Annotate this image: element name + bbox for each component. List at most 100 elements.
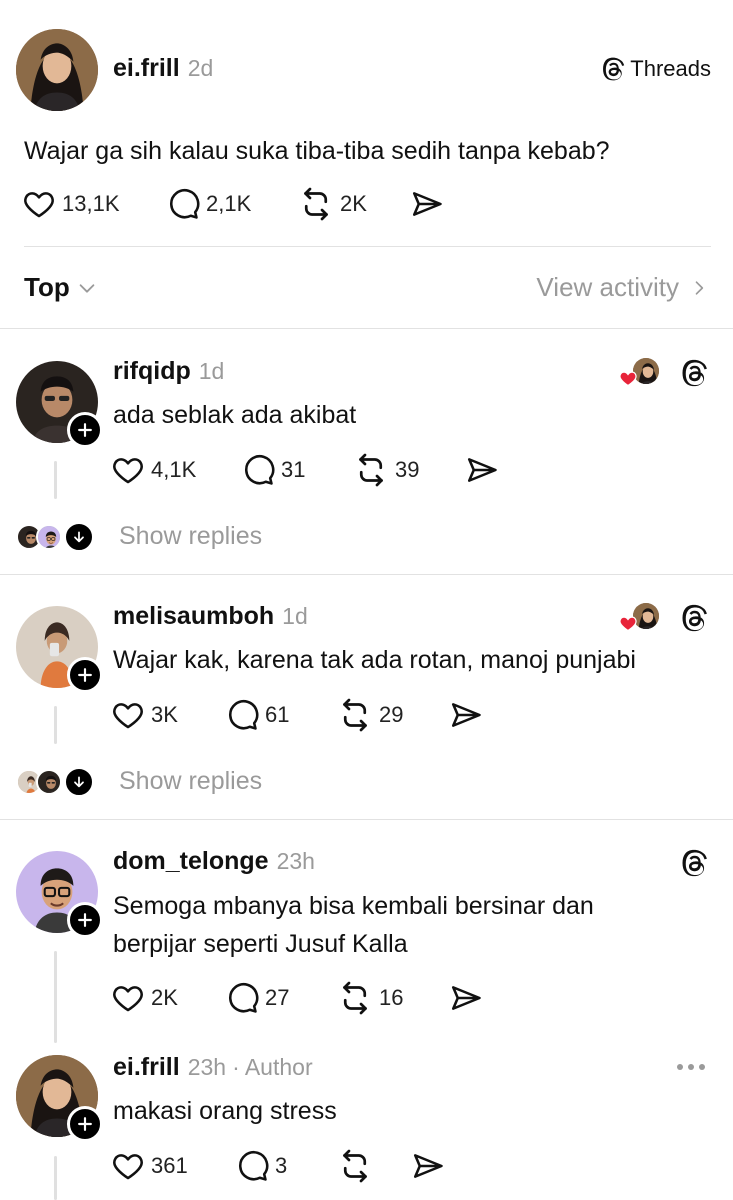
timestamp: 1d: [198, 358, 225, 384]
chevron-right-icon: [695, 280, 704, 295]
repost-button[interactable]: [337, 1148, 411, 1184]
like-count: 2K: [151, 985, 178, 1010]
plus-icon: [75, 420, 95, 440]
username[interactable]: rifqidp: [113, 357, 191, 386]
avatar: [36, 769, 62, 795]
timestamp: 2d: [187, 55, 214, 81]
avatar: [36, 524, 62, 550]
post-header: ei.frill 2d: [113, 54, 213, 83]
heart-icon: [111, 1149, 145, 1183]
repost-icon: [353, 452, 389, 488]
repost-button[interactable]: 16: [337, 980, 449, 1016]
like-button[interactable]: 4,1K: [111, 453, 241, 487]
follow-button[interactable]: [67, 902, 103, 938]
reply-text: ada seblak ada akibat: [113, 401, 357, 429]
reply-actions: 2K 27 16: [111, 980, 489, 1016]
timestamp: 23h: [187, 1054, 227, 1080]
repost-count: 16: [379, 985, 404, 1010]
threads-logo-icon[interactable]: [679, 848, 709, 878]
share-button[interactable]: [449, 698, 489, 732]
comment-button[interactable]: 27: [225, 981, 337, 1015]
share-button[interactable]: [449, 981, 489, 1015]
threads-logo-icon[interactable]: [679, 358, 709, 388]
heart-filled-icon: [619, 371, 637, 387]
username[interactable]: dom_telonge: [113, 847, 269, 876]
share-icon: [449, 698, 483, 732]
reply-actions: 361 3: [111, 1148, 451, 1184]
repost-button[interactable]: 39: [353, 452, 465, 488]
reply-text: makasi orang stress: [113, 1097, 337, 1125]
timestamp: 1d: [282, 603, 308, 629]
share-button[interactable]: [410, 187, 450, 221]
like-button[interactable]: 361: [111, 1149, 235, 1183]
like-count: 4,1K: [151, 457, 197, 482]
author-tag: · Author: [232, 1054, 313, 1080]
reply-text-line-2: berpijar seperti Jusuf Kalla: [113, 930, 408, 958]
like-button[interactable]: 3K: [111, 698, 225, 732]
repost-count: 29: [379, 702, 404, 727]
comment-count: 61: [265, 702, 290, 727]
reply-header: ei.frill 23h · Author: [113, 1053, 313, 1082]
avatar[interactable]: [16, 29, 98, 111]
liked-by-author-indicator: [617, 601, 665, 635]
timestamp: 23h: [276, 848, 315, 874]
like-count: 361: [151, 1153, 188, 1178]
heart-icon: [111, 453, 145, 487]
username[interactable]: melisaumboh: [113, 602, 274, 631]
username[interactable]: ei.frill: [113, 1053, 180, 1082]
show-replies-link[interactable]: Show replies: [119, 767, 262, 796]
thread-line: [54, 461, 57, 499]
heart-icon: [111, 981, 145, 1015]
repost-icon: [337, 980, 373, 1016]
plus-icon: [75, 665, 95, 685]
comment-count: 2,1K: [206, 191, 252, 216]
like-count: 3K: [151, 702, 178, 727]
share-icon: [411, 1149, 445, 1183]
follow-button[interactable]: [67, 1106, 103, 1142]
share-button[interactable]: [411, 1149, 451, 1183]
view-activity-label: View activity: [536, 272, 679, 302]
reply-header: melisaumboh 1d: [113, 602, 308, 631]
reply-actions: 4,1K 31 39: [111, 452, 505, 488]
username[interactable]: ei.frill: [113, 54, 180, 83]
threads-logo-icon[interactable]: [679, 603, 709, 633]
reply-text-line-1: Semoga mbanya bisa kembali bersinar dan: [113, 892, 594, 920]
sort-label: Top: [24, 272, 70, 302]
replier-avatars[interactable]: [16, 767, 98, 799]
avatar-image: [16, 29, 98, 111]
comment-icon: [166, 187, 200, 221]
comment-button[interactable]: 31: [241, 453, 353, 487]
replier-avatars[interactable]: [16, 522, 98, 554]
divider: [0, 819, 733, 820]
follow-button[interactable]: [67, 657, 103, 693]
dot: [699, 1064, 705, 1070]
comment-count: 3: [275, 1153, 288, 1178]
reply-text: Wajar kak, karena tak ada rotan, manoj p…: [113, 646, 636, 674]
repost-button[interactable]: 29: [337, 697, 449, 733]
comment-button[interactable]: 3: [235, 1149, 337, 1183]
sort-dropdown[interactable]: Top: [24, 272, 98, 303]
more-icon[interactable]: [677, 1064, 705, 1070]
threads-brand[interactable]: Threads: [600, 56, 711, 82]
repost-button[interactable]: 2K: [298, 186, 410, 222]
divider: [24, 246, 711, 247]
view-activity-link[interactable]: View activity: [536, 272, 709, 303]
comment-button[interactable]: 2,1K: [166, 187, 298, 221]
share-icon: [465, 453, 499, 487]
comment-button[interactable]: 61: [225, 698, 337, 732]
like-button[interactable]: 2K: [111, 981, 225, 1015]
reply-header: rifqidp 1d: [113, 357, 224, 386]
arrow-down-icon: [71, 774, 87, 790]
comment-icon: [235, 1149, 269, 1183]
follow-button[interactable]: [67, 412, 103, 448]
arrow-down-button[interactable]: [64, 767, 94, 797]
repost-icon: [298, 186, 334, 222]
arrow-down-button[interactable]: [64, 522, 94, 552]
like-button[interactable]: 13,1K: [22, 187, 166, 221]
like-count: 13,1K: [62, 191, 120, 216]
share-button[interactable]: [465, 453, 505, 487]
plus-icon: [75, 910, 95, 930]
show-replies-link[interactable]: Show replies: [119, 522, 262, 551]
divider: [0, 574, 733, 575]
heart-icon: [111, 698, 145, 732]
